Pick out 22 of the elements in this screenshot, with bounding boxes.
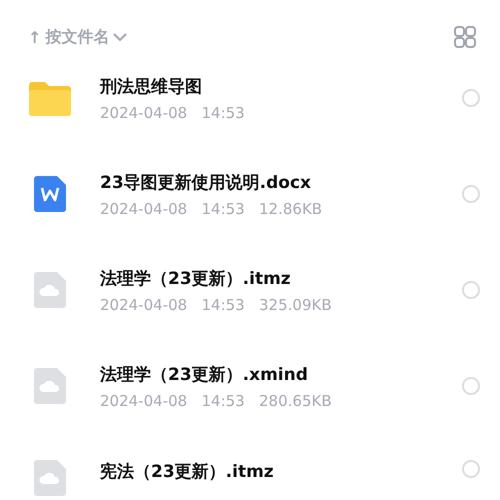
file-name: 法理学（23更新）.xmind — [100, 364, 309, 386]
grid-view-icon[interactable] — [454, 26, 476, 48]
sort-button[interactable]: ↑ 按文件名 — [28, 26, 128, 48]
select-radio[interactable] — [462, 89, 480, 107]
file-name: 宪法（23更新）.itmz — [100, 461, 275, 483]
file-details: 2024-04-08 14:53 — [100, 104, 246, 122]
select-radio[interactable] — [462, 460, 480, 478]
file-name: 23导图更新使用说明.docx — [100, 172, 312, 194]
cloud-file-icon — [34, 272, 66, 308]
select-radio[interactable] — [462, 281, 480, 299]
folder-icon — [29, 80, 71, 116]
cloud-file-icon — [34, 368, 66, 404]
file-name: 刑法思维导图 — [100, 76, 203, 98]
word-document-icon — [34, 176, 66, 212]
cloud-file-icon — [34, 460, 66, 496]
file-details: 2024-04-08 14:53 325.09KB — [100, 296, 333, 314]
chevron-down-icon — [113, 32, 128, 42]
select-radio[interactable] — [462, 377, 480, 395]
file-details: 2024-04-08 14:53 280.65KB — [100, 392, 333, 410]
select-radio[interactable] — [462, 185, 480, 203]
file-name: 法理学（23更新）.itmz — [100, 268, 292, 290]
file-details: 2024-04-08 14:53 12.86KB — [100, 200, 324, 218]
